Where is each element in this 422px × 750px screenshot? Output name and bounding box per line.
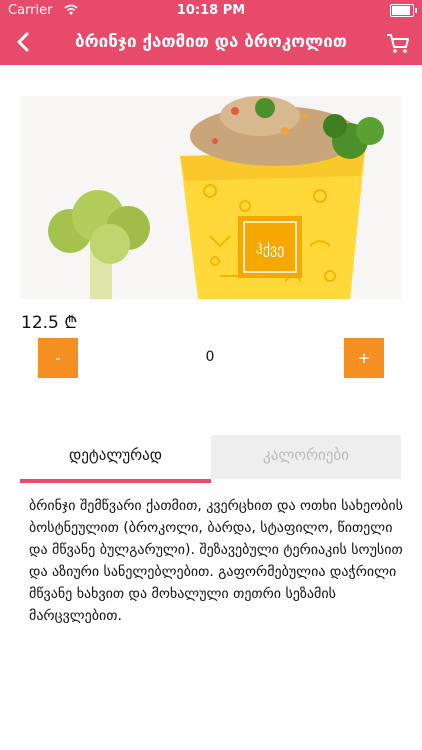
product-description: ბრინჯი შემწვარი ქათმით, კვერცხით და ოთხი… (29, 498, 403, 624)
page-title: ბრინჯი ქათმით და ბროკოლით (75, 32, 347, 52)
svg-text:ჰქვე: ჰქვე (256, 242, 285, 258)
increase-quantity-button[interactable]: + (344, 338, 384, 378)
cart-icon[interactable] (384, 29, 412, 57)
status-bar: Carrier 10:18 PM (0, 0, 422, 20)
nav-bar: ბრინჯი ქათმით და ბროკოლით (0, 20, 422, 65)
product-image: ჰქვე (20, 96, 401, 299)
decrease-quantity-button[interactable]: - (38, 338, 78, 378)
battery-icon (390, 4, 417, 17)
product-price: 12.5 ₾ (21, 313, 78, 333)
tab-details[interactable]: დეტალურად (20, 435, 211, 483)
chevron-left-icon[interactable] (10, 28, 38, 56)
quantity-value: 0 (205, 349, 215, 365)
tab-calories[interactable]: კალორიები (211, 435, 401, 479)
clock: 10:18 PM (176, 3, 246, 18)
